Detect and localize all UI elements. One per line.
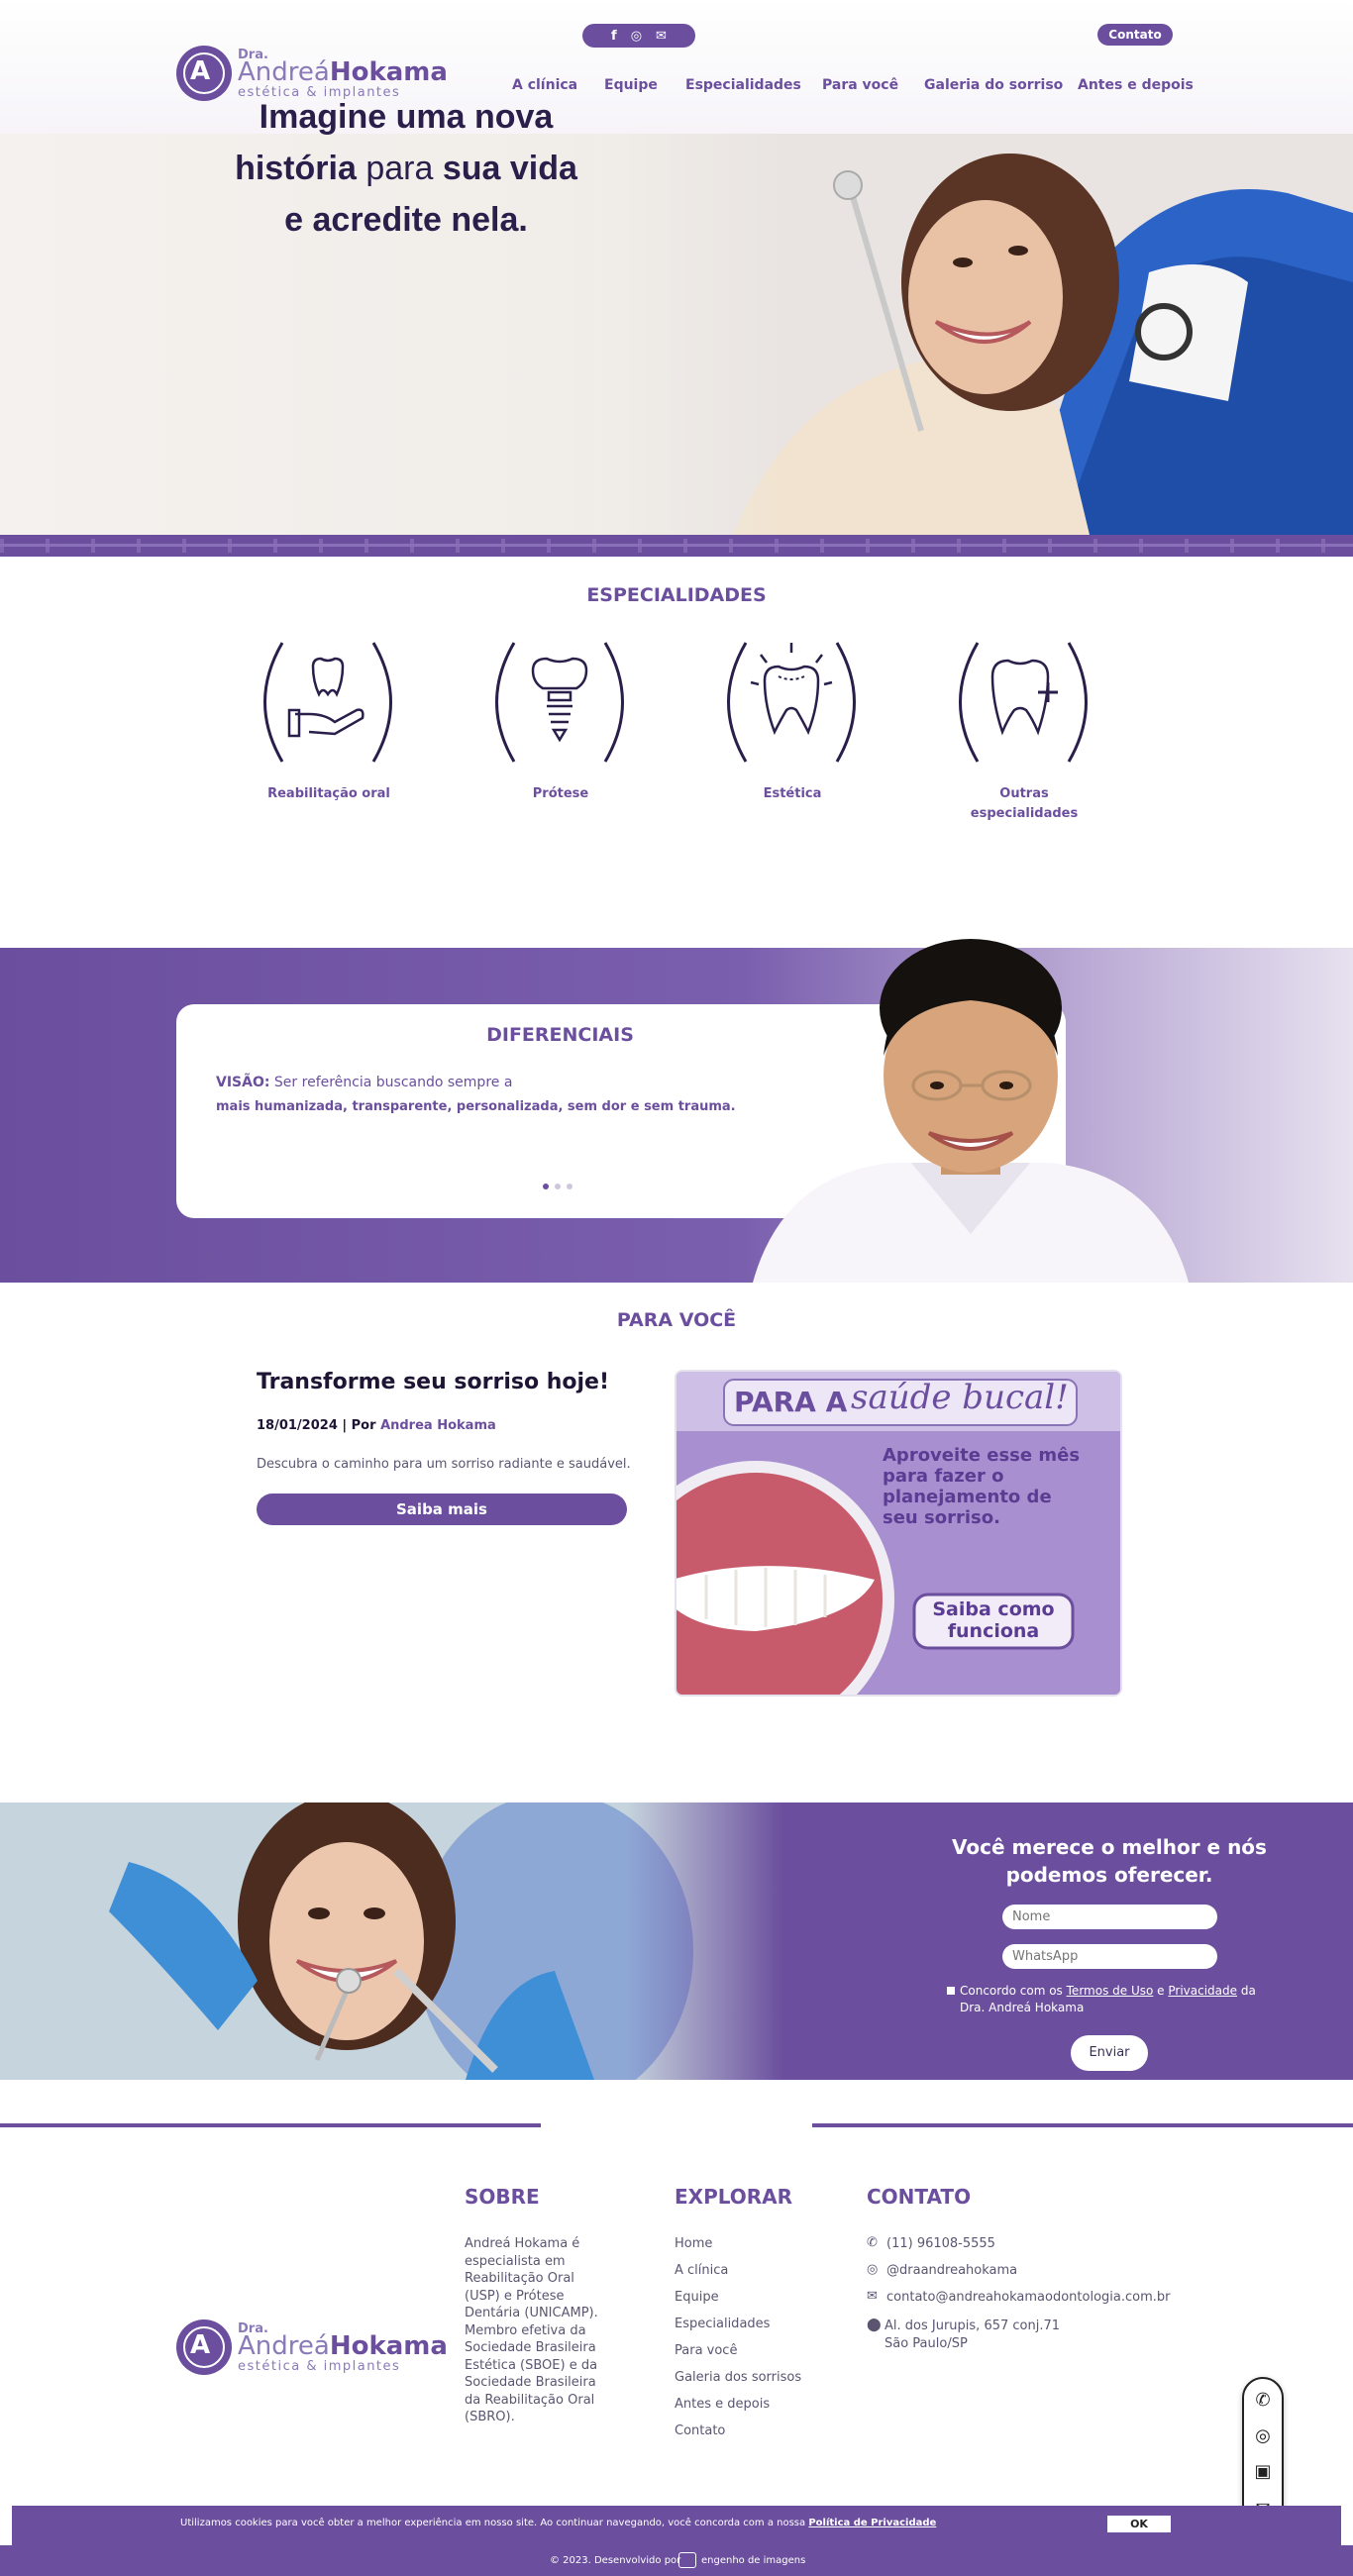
- enviar-button[interactable]: Enviar: [1071, 2035, 1148, 2071]
- spec-label-protese[interactable]: Prótese: [481, 784, 640, 804]
- cta-patient-photo: [0, 1803, 782, 2080]
- nav-especialidades[interactable]: Especialidades: [685, 77, 801, 93]
- footer-link-contato[interactable]: Contato: [675, 2423, 725, 2438]
- promo-button[interactable]: Saiba como funciona: [914, 1598, 1073, 1642]
- footer-divider-right: [812, 2123, 1353, 2127]
- nav-antes-e-depois[interactable]: Antes e depois: [1078, 77, 1194, 93]
- logo-name: AndreáHokama: [238, 2331, 448, 2361]
- facebook-icon[interactable]: ▣: [1253, 2462, 1273, 2482]
- para-voce-title: PARA VOCÊ: [616, 1309, 737, 1331]
- footer-address: Al. dos Jurupis, 657 conj.71 São Paulo/S…: [885, 2318, 1061, 2351]
- nav-para-voce[interactable]: Para você: [822, 77, 898, 93]
- diferenciais-text-line2: mais humanizada, transparente, personali…: [216, 1099, 736, 1114]
- logo-subtitle: estética & implantes: [238, 2359, 401, 2374]
- cookie-text: Utilizamos cookies para você obter a mel…: [180, 2518, 937, 2528]
- privacy-link[interactable]: Privacidade: [1168, 1984, 1237, 1998]
- diferenciais-title: DIFERENCIAIS: [486, 1024, 634, 1046]
- email-icon[interactable]: ✉: [656, 29, 667, 44]
- contato-button[interactable]: Contato: [1097, 24, 1173, 46]
- name-field[interactable]: [1002, 1905, 1217, 1929]
- carousel-dots: [543, 1184, 572, 1189]
- post-title[interactable]: Transforme seu sorriso hoje!: [257, 1370, 609, 1394]
- carousel-dot[interactable]: [555, 1184, 561, 1189]
- footer-link-para-voce[interactable]: Para você: [675, 2343, 737, 2358]
- hero-headline: Imagine uma nova história para sua vida …: [235, 98, 577, 239]
- diferenciais-text-line1: VISÃO: Ser referência buscando sempre a: [216, 1075, 513, 1090]
- location-pin-icon: ⬤: [867, 2318, 882, 2332]
- spec-label-estetica[interactable]: Estética: [713, 784, 872, 804]
- cta-title: Você merece o melhor e nós podemos ofere…: [952, 1835, 1267, 1887]
- promo-text: Aproveite esse mês para fazer o planejam…: [883, 1445, 1081, 1528]
- footer-link-a-clinica[interactable]: A clínica: [675, 2263, 728, 2278]
- instagram-icon: ◎: [867, 2262, 879, 2277]
- terms-checkbox[interactable]: [947, 1987, 955, 1995]
- footer-email[interactable]: contato@andreahokamaodontologia.com.br: [886, 2290, 1171, 2305]
- promo-title-a: PARA A: [734, 1386, 848, 1418]
- post-meta: 18/01/2024 | Por Andrea Hokama: [257, 1418, 496, 1433]
- footer-link-galeria[interactable]: Galeria dos sorrisos: [675, 2370, 801, 2385]
- whatsapp-icon: ✆: [867, 2235, 878, 2250]
- developer-logo-icon: [678, 2552, 696, 2568]
- developer-link[interactable]: engenho de imagens: [701, 2555, 805, 2566]
- logo-name: AndreáHokama: [238, 57, 448, 87]
- instagram-icon[interactable]: ◎: [1253, 2426, 1273, 2446]
- spec-label-reabilitacao[interactable]: Reabilitação oral: [250, 784, 408, 804]
- footer-link-home[interactable]: Home: [675, 2236, 712, 2251]
- whatsapp-field[interactable]: [1002, 1944, 1217, 1969]
- post-description: Descubra o caminho para um sorriso radia…: [257, 1457, 631, 1472]
- spec-label-outras[interactable]: Outras especialidades: [945, 784, 1103, 824]
- footer-phone[interactable]: (11) 96108-5555: [886, 2236, 995, 2251]
- tooth-plus-icon[interactable]: [953, 637, 1093, 768]
- privacy-policy-link[interactable]: Política de Privacidade: [808, 2518, 936, 2528]
- hero-patient-photo: [594, 134, 1353, 535]
- implant-icon[interactable]: [489, 637, 630, 768]
- sparkle-tooth-icon[interactable]: [721, 637, 862, 768]
- logo-mark-icon: A: [176, 2319, 232, 2375]
- promo-banner[interactable]: PARA A saúde bucal! Aproveite esse mês p…: [675, 1370, 1122, 1697]
- decorative-band: [0, 535, 1353, 557]
- carousel-dot[interactable]: [567, 1184, 572, 1189]
- saiba-mais-button[interactable]: Saiba mais: [257, 1494, 627, 1525]
- footer-sobre-title: SOBRE: [465, 2185, 540, 2209]
- footer-link-equipe[interactable]: Equipe: [675, 2290, 719, 2305]
- email-icon: ✉: [867, 2289, 878, 2304]
- carousel-dot[interactable]: [543, 1184, 549, 1189]
- footer-link-antes-depois[interactable]: Antes e depois: [675, 2397, 770, 2412]
- whatsapp-icon[interactable]: ✆: [1253, 2391, 1273, 2411]
- footer-instagram[interactable]: @draandreahokama: [886, 2263, 1017, 2278]
- terms-text: Concordo com os Termos de Uso e Privacid…: [960, 1984, 1256, 2014]
- hand-tooth-icon[interactable]: [258, 637, 398, 768]
- copyright-text: © 2023. Desenvolvido por: [550, 2555, 681, 2566]
- promo-title-b: saúde bucal!: [851, 1378, 1069, 1417]
- footer-explorar-title: EXPLORAR: [675, 2185, 793, 2209]
- footer-divider-left: [0, 2123, 541, 2127]
- nav-galeria-do-sorriso[interactable]: Galeria do sorriso: [924, 77, 1063, 93]
- especialidades-title: ESPECIALIDADES: [586, 584, 767, 606]
- footer-contato-title: CONTATO: [867, 2185, 972, 2209]
- promo-smile-photo: [676, 1372, 1120, 1695]
- footer-link-especialidades[interactable]: Especialidades: [675, 2317, 770, 2331]
- doctor-portrait: [753, 939, 1189, 1283]
- cookie-ok-button[interactable]: OK: [1107, 2516, 1171, 2532]
- facebook-icon[interactable]: f: [611, 29, 617, 44]
- social-links: f ◎ ✉: [582, 24, 695, 48]
- instagram-icon[interactable]: ◎: [631, 29, 642, 44]
- terms-link[interactable]: Termos de Uso: [1067, 1984, 1154, 1998]
- footer-sobre-text: Andreá Hokama é especialista em Reabilit…: [465, 2236, 598, 2424]
